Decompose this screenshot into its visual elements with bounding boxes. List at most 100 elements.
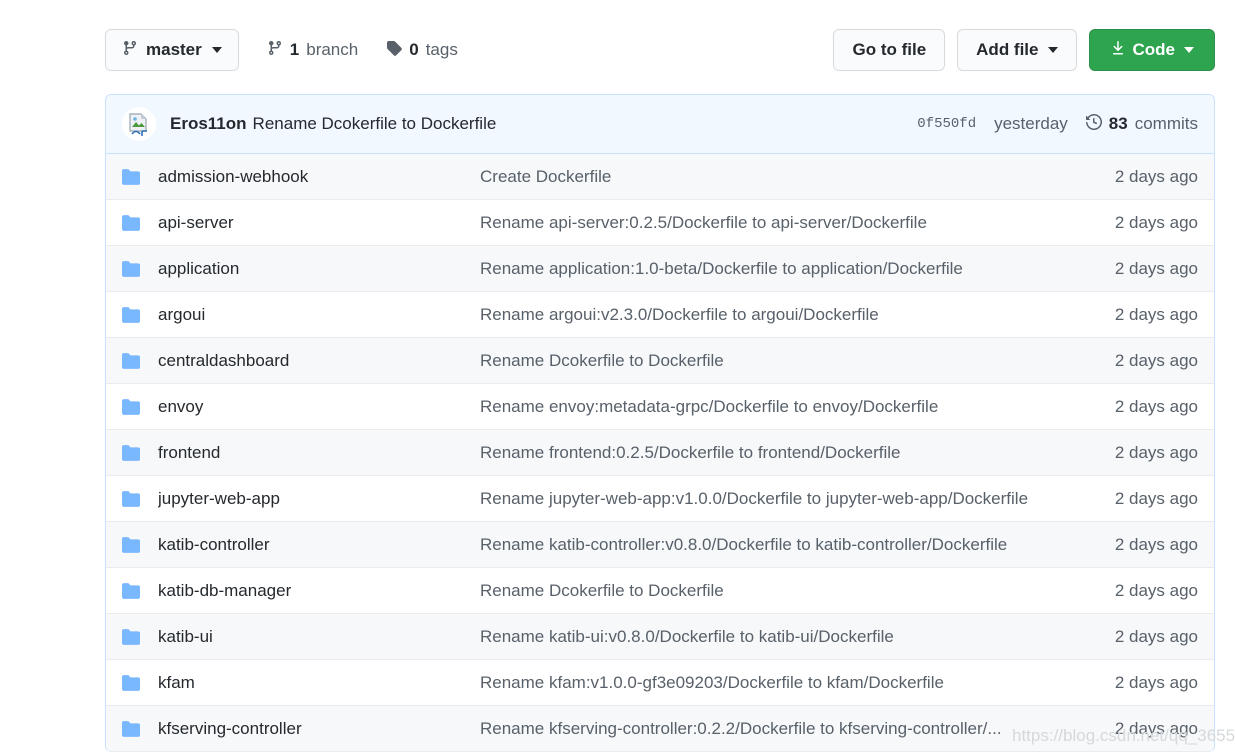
file-name-link[interactable]: jupyter-web-app [158, 489, 480, 509]
file-updated-time: 2 days ago [1114, 672, 1198, 692]
commit-message[interactable]: Rename Dcokerfile to Dockerfile [253, 114, 497, 134]
code-button[interactable]: Code [1088, 29, 1215, 71]
latest-commit-bar: Eros11on Rename Dcokerfile to Dockerfile… [106, 95, 1214, 154]
file-commit-message[interactable]: Rename frontend:0.2.5/Dockerfile to fron… [480, 443, 1070, 463]
file-name-link[interactable]: application [158, 259, 480, 279]
file-commit-message[interactable]: Rename argoui:v2.3.0/Dockerfile to argou… [480, 305, 1070, 325]
add-file-label: Add file [976, 40, 1039, 59]
file-commit-message[interactable]: Rename api-server:0.2.5/Dockerfile to ap… [480, 213, 1070, 233]
branch-selector-label: master [146, 40, 202, 59]
file-table-container: Eros11on Rename Dcokerfile to Dockerfile… [105, 94, 1215, 752]
table-row[interactable]: api-server Rename api-server:0.2.5/Docker… [106, 200, 1214, 246]
file-updated-time: 2 days ago [1114, 534, 1198, 554]
add-file-button[interactable]: Add file [957, 29, 1077, 71]
file-updated-time: 2 days ago [1114, 258, 1198, 278]
folder-icon [122, 536, 158, 554]
table-row[interactable]: jupyter-web-app Rename jupyter-web-app:v1… [106, 476, 1214, 522]
file-name-link[interactable]: envoy [158, 397, 480, 417]
folder-icon [122, 674, 158, 692]
file-updated-time: 2 days ago [1114, 304, 1198, 324]
avatar [122, 107, 156, 141]
repo-file-browser: master 1 branch 0 tags Go to file Add fi… [0, 0, 1235, 756]
branch-count[interactable]: 1 branch [267, 40, 358, 61]
git-branch-icon [122, 40, 138, 61]
download-icon [1110, 40, 1126, 61]
file-updated-time: 2 days ago [1114, 580, 1198, 600]
file-updated-time: 2 days ago [1114, 212, 1198, 232]
file-commit-message[interactable]: Rename Dcokerfile to Dockerfile [480, 581, 1070, 601]
table-row[interactable]: application Rename application:1.0-beta/D… [106, 246, 1214, 292]
file-commit-message[interactable]: Create Dockerfile [480, 167, 1070, 187]
git-branch-icon [267, 40, 283, 61]
tag-icon [386, 40, 402, 61]
chevron-down-icon [1184, 47, 1194, 53]
file-name-link[interactable]: katib-controller [158, 535, 480, 555]
file-updated-time: 2 days ago [1114, 488, 1198, 508]
file-commit-message[interactable]: Rename katib-ui:v0.8.0/Dockerfile to kat… [480, 627, 1070, 647]
table-row[interactable]: katib-db-manager Rename Dcokerfile to Doc… [106, 568, 1214, 614]
file-name-link[interactable]: frontend [158, 443, 480, 463]
branch-count-value: 1 [289, 40, 300, 59]
folder-icon [122, 214, 158, 232]
folder-icon [122, 352, 158, 370]
branch-count-label: branch [306, 40, 359, 59]
tag-count[interactable]: 0 tags [386, 40, 458, 61]
folder-icon [122, 444, 158, 462]
file-updated-time: 2 days ago [1114, 396, 1198, 416]
folder-icon [122, 720, 158, 738]
table-row[interactable]: katib-controller Rename katib-controller:… [106, 522, 1214, 568]
chevron-down-icon [211, 47, 222, 53]
toolbar-left-group: master 1 branch 0 tags [105, 29, 458, 71]
file-commit-message[interactable]: Rename kfserving-controller:0.2.2/Docker… [480, 719, 1070, 739]
commit-relative-time: yesterday [994, 114, 1068, 133]
commits-count-label: commits [1134, 114, 1198, 133]
tag-count-label: tags [425, 40, 458, 59]
commits-count-value: 83 [1108, 114, 1128, 133]
file-commit-message[interactable]: Rename jupyter-web-app:v1.0.0/Dockerfile… [480, 489, 1070, 509]
commit-author[interactable]: Eros11on [170, 114, 247, 134]
table-row[interactable]: argoui Rename argoui:v2.3.0/Dockerfile to… [106, 292, 1214, 338]
commit-meta-group: 0f550fd yesterday 83 commits [917, 113, 1198, 135]
commits-count-link[interactable]: 83 commits [1085, 113, 1198, 135]
file-name-link[interactable]: kfam [158, 673, 480, 693]
file-commit-message[interactable]: Rename kfam:v1.0.0-gf3e09203/Dockerfile … [480, 673, 1070, 693]
file-name-link[interactable]: katib-db-manager [158, 581, 480, 601]
toolbar-right-group: Go to file Add file Code [833, 29, 1215, 71]
folder-icon [122, 306, 158, 324]
code-button-label: Code [1132, 40, 1176, 59]
folder-icon [122, 398, 158, 416]
table-row[interactable]: katib-ui Rename katib-ui:v0.8.0/Dockerfil… [106, 614, 1214, 660]
file-name-link[interactable]: argoui [158, 305, 480, 325]
file-list: admission-webhook Create Dockerfile 2 days… [106, 154, 1214, 752]
folder-icon [122, 260, 158, 278]
table-row[interactable]: kfserving-controller Rename kfserving-con… [106, 706, 1214, 752]
table-row[interactable]: kfam Rename kfam:v1.0.0-gf3e09203/Dockerf… [106, 660, 1214, 706]
chevron-down-icon [1047, 47, 1058, 53]
folder-icon [122, 628, 158, 646]
folder-icon [122, 168, 158, 186]
tag-count-value: 0 [409, 40, 419, 59]
table-row[interactable]: admission-webhook Create Dockerfile 2 days… [106, 154, 1214, 200]
file-updated-time: 2 days ago [1114, 166, 1198, 186]
file-updated-time: 2 days ago [1114, 350, 1198, 370]
file-commit-message[interactable]: Rename Dcokerfile to Dockerfile [480, 351, 1070, 371]
file-name-link[interactable]: kfserving-controller [158, 719, 480, 739]
file-name-link[interactable]: api-server [158, 213, 480, 233]
file-name-link[interactable]: centraldashboard [158, 351, 480, 371]
file-name-link[interactable]: katib-ui [158, 627, 480, 647]
file-commit-message[interactable]: Rename application:1.0-beta/Dockerfile t… [480, 259, 1070, 279]
file-commit-message[interactable]: Rename envoy:metadata-grpc/Dockerfile to… [480, 397, 1070, 417]
go-to-file-button[interactable]: Go to file [833, 29, 946, 71]
history-clock-icon [1085, 113, 1102, 135]
table-row[interactable]: frontend Rename frontend:0.2.5/Dockerfile… [106, 430, 1214, 476]
table-row[interactable]: centraldashboard Rename Dcokerfile to Doc… [106, 338, 1214, 384]
file-updated-time: 2 days ago [1114, 626, 1198, 646]
branch-selector-button[interactable]: master [105, 29, 239, 71]
repo-toolbar: master 1 branch 0 tags Go to file Add fi… [105, 28, 1215, 72]
folder-icon [122, 582, 158, 600]
commit-sha[interactable]: 0f550fd [917, 116, 976, 132]
file-name-link[interactable]: admission-webhook [158, 167, 480, 187]
table-row[interactable]: envoy Rename envoy:metadata-grpc/Dockerfi… [106, 384, 1214, 430]
file-updated-time: 2 days ago [1114, 442, 1198, 462]
file-commit-message[interactable]: Rename katib-controller:v0.8.0/Dockerfil… [480, 535, 1070, 555]
